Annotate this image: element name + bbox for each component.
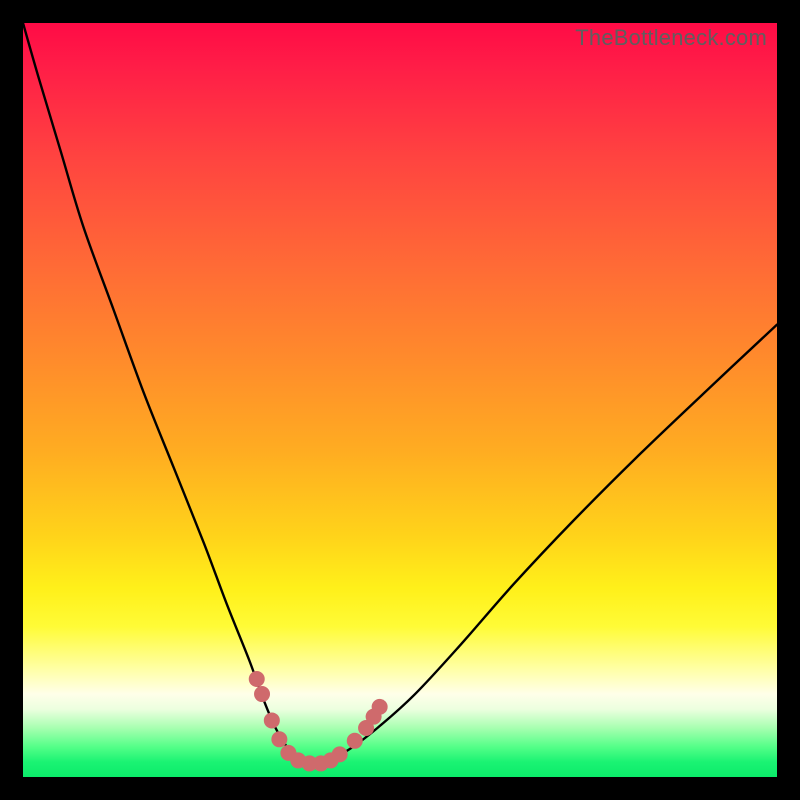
marker-dot [372, 699, 388, 715]
marker-dot [249, 671, 265, 687]
plot-area: TheBottleneck.com [23, 23, 777, 777]
chart-svg [23, 23, 777, 777]
marker-dot [347, 733, 363, 749]
marker-dot [254, 686, 270, 702]
bottleneck-curve [23, 23, 777, 762]
marker-dot [332, 746, 348, 762]
marker-dots-group [249, 671, 388, 771]
chart-container: { "watermark": "TheBottleneck.com", "cha… [0, 0, 800, 800]
marker-dot [271, 731, 287, 747]
marker-dot [264, 712, 280, 728]
watermark-text: TheBottleneck.com [575, 25, 767, 51]
